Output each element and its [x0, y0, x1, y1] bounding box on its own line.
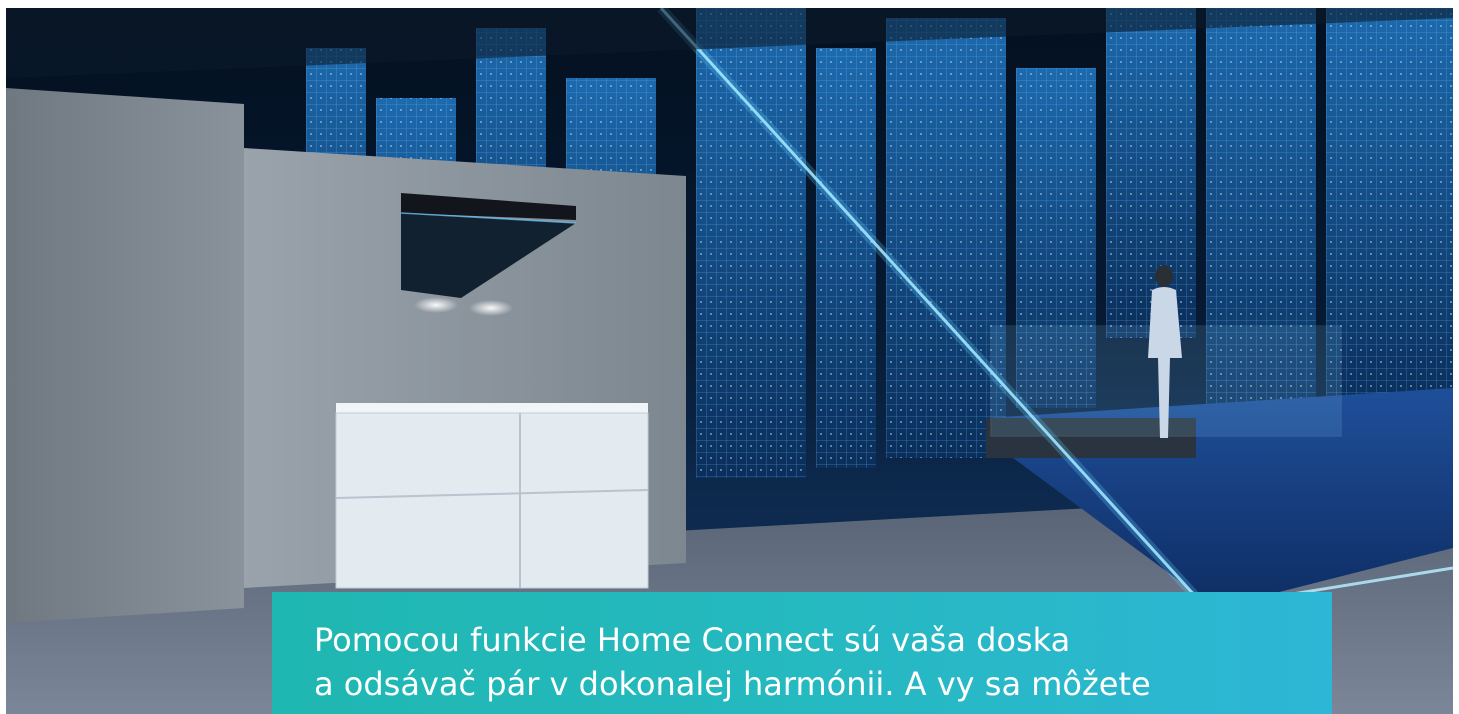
caption-line-2: a odsávač pár v dokonalej harmónii. A vy…: [314, 665, 1151, 703]
caption-line-1: Pomocou funkcie Home Connect sú vaša dos…: [314, 621, 1071, 659]
kitchen-cabinet: [335, 403, 649, 589]
left-wall: [6, 88, 244, 623]
caption-banner: Pomocou funkcie Home Connect sú vaša dos…: [272, 592, 1332, 714]
caption-text: Pomocou funkcie Home Connect sú vaša dos…: [314, 618, 1294, 706]
